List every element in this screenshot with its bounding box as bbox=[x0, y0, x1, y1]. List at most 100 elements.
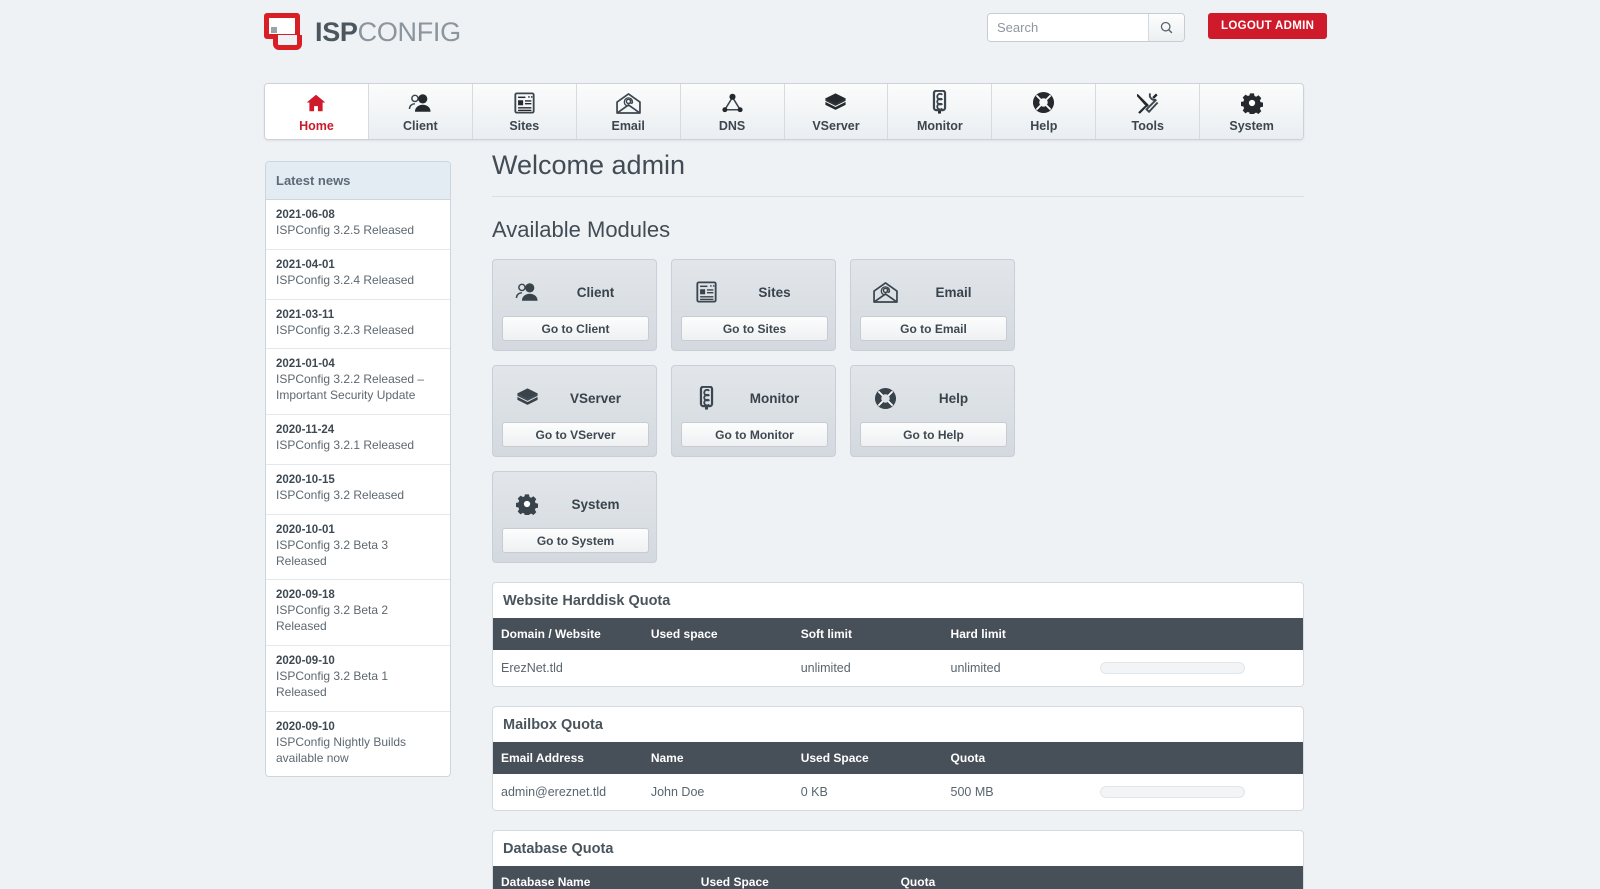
news-item[interactable]: 2020-10-15 ISPConfig 3.2 Released bbox=[266, 465, 450, 515]
module-goto-button[interactable]: Go to VServer bbox=[502, 422, 649, 447]
column-header[interactable]: Quota bbox=[942, 742, 1093, 774]
news-item[interactable]: 2020-10-01 ISPConfig 3.2 Beta 3 Released bbox=[266, 515, 450, 581]
logout-button[interactable]: LOGOUT ADMIN bbox=[1208, 13, 1328, 39]
module-goto-button[interactable]: Go to Client bbox=[502, 316, 649, 341]
news-item[interactable]: 2020-09-10 ISPConfig Nightly Builds avail… bbox=[266, 712, 450, 777]
module-card-header: Monitor bbox=[681, 375, 826, 421]
nav-item-email[interactable]: Email bbox=[576, 84, 681, 139]
news-title: ISPConfig Nightly Builds available now bbox=[276, 734, 407, 765]
column-header[interactable]: Name bbox=[642, 742, 793, 774]
monitor-logo-icon bbox=[264, 13, 306, 51]
table-cell: ErezNet.tld bbox=[493, 650, 643, 686]
module-goto-button[interactable]: Go to Help bbox=[860, 422, 1007, 447]
module-card-header: Client bbox=[502, 269, 647, 315]
table-cell: John Doe bbox=[642, 774, 793, 810]
module-goto-button[interactable]: Go to System bbox=[502, 528, 649, 553]
nav-item-label: System bbox=[1229, 119, 1274, 133]
ispconfig-logo[interactable]: ISPCONFIG bbox=[264, 13, 461, 51]
news-title: ISPConfig 3.2.4 Released bbox=[276, 272, 415, 287]
module-card-client[interactable]: Client Go to Client bbox=[492, 259, 657, 351]
news-date: 2021-04-01 bbox=[276, 258, 335, 271]
quota-panels: Website Harddisk Quota Domain / Website Us… bbox=[492, 582, 1304, 889]
nav-item-help[interactable]: Help bbox=[992, 84, 1097, 139]
module-card-system[interactable]: System Go to System bbox=[492, 471, 657, 563]
envelope-at-icon bbox=[615, 90, 641, 114]
nav-item-label: Client bbox=[402, 119, 438, 133]
column-header[interactable]: Email Address bbox=[493, 742, 643, 774]
tools-icon bbox=[1136, 90, 1159, 114]
module-goto-button[interactable]: Go to Email bbox=[860, 316, 1007, 341]
gear-icon bbox=[502, 493, 552, 515]
news-item[interactable]: 2020-09-18 ISPConfig 3.2 Beta 2 Released bbox=[266, 580, 450, 647]
search-box bbox=[987, 13, 1185, 42]
news-item[interactable]: 2021-01-04 ISPConfig 3.2.2 Released – Imp… bbox=[266, 349, 450, 416]
news-item[interactable]: 2021-03-11 ISPConfig 3.2.3 Released bbox=[266, 300, 450, 350]
column-header[interactable] bbox=[1092, 742, 1303, 774]
news-title: ISPConfig 3.2.3 Released bbox=[276, 322, 415, 337]
traffic-light-icon bbox=[681, 386, 731, 410]
column-header[interactable]: Domain / Website bbox=[493, 618, 643, 650]
news-date: 2021-06-08 bbox=[276, 209, 335, 221]
top-header-bar: ISPCONFIG LOGOUT ADMIN bbox=[0, 0, 1600, 72]
news-item[interactable]: 2021-04-01 ISPConfig 3.2.4 Released bbox=[266, 250, 450, 300]
quota-progress-bar bbox=[1100, 662, 1246, 674]
news-date: 2020-11-24 bbox=[276, 424, 335, 437]
search-input[interactable] bbox=[988, 14, 1148, 41]
quota-progress-bar bbox=[1100, 786, 1246, 798]
news-date: 2020-09-18 bbox=[276, 589, 335, 602]
module-card-header: Sites bbox=[681, 269, 826, 315]
news-title: ISPConfig 3.2 Beta 1 Released bbox=[276, 669, 389, 699]
document-icon bbox=[681, 281, 731, 303]
panel-database-quota: Database Quota Database Name Used Space Quo… bbox=[492, 830, 1304, 889]
module-card-help[interactable]: Help Go to Help bbox=[850, 365, 1015, 457]
column-header[interactable]: Used Space bbox=[692, 866, 893, 889]
news-title: ISPConfig 3.2 Beta 3 Released bbox=[276, 537, 389, 568]
module-goto-button[interactable]: Go to Sites bbox=[681, 316, 828, 341]
module-card-monitor[interactable]: Monitor Go to Monitor bbox=[671, 365, 836, 457]
nav-item-label: Email bbox=[611, 119, 645, 133]
module-card-vserver[interactable]: VServer Go to VServer bbox=[492, 365, 657, 457]
column-header[interactable] bbox=[1092, 866, 1303, 889]
news-item[interactable]: 2020-09-10 ISPConfig 3.2 Beta 1 Released bbox=[266, 646, 450, 712]
module-card-title: Help bbox=[938, 390, 969, 406]
module-card-email[interactable]: Email Go to Email bbox=[850, 259, 1015, 351]
nav-item-monitor[interactable]: Monitor bbox=[888, 84, 993, 139]
table-header-row: Email Address Name Used Space Quota bbox=[493, 742, 1303, 774]
news-item[interactable]: 2020-11-24 ISPConfig 3.2.1 Released bbox=[266, 415, 450, 465]
nav-item-tools[interactable]: Tools bbox=[1096, 84, 1201, 139]
module-card-title: VServer bbox=[569, 390, 622, 406]
table-cell: 500 MB bbox=[942, 774, 1093, 810]
column-header[interactable]: Hard limit bbox=[942, 618, 1093, 650]
news-date: 2020-09-10 bbox=[276, 655, 335, 668]
column-header[interactable]: Soft limit bbox=[792, 618, 943, 650]
quota-table: Email Address Name Used Space Quota admin@er… bbox=[493, 742, 1303, 810]
news-list: 2021-06-08 ISPConfig 3.2.5 Released 2021-0… bbox=[266, 200, 450, 776]
module-card-sites[interactable]: Sites Go to Sites bbox=[671, 259, 836, 351]
column-header[interactable]: Used Space bbox=[792, 742, 943, 774]
quota-bar-cell bbox=[1092, 774, 1303, 810]
nav-item-label: Help bbox=[1030, 119, 1058, 133]
nav-item-sites[interactable]: Sites bbox=[472, 84, 577, 139]
column-header[interactable]: Used space bbox=[642, 618, 793, 650]
module-card-header: System bbox=[502, 481, 647, 527]
nav-item-client[interactable]: Client bbox=[368, 84, 473, 139]
search-button[interactable] bbox=[1148, 14, 1184, 41]
panel-title: Database Quota bbox=[503, 841, 614, 857]
column-header[interactable]: Database Name bbox=[493, 866, 693, 889]
lifebuoy-icon bbox=[860, 387, 910, 410]
column-header[interactable]: Quota bbox=[892, 866, 1093, 889]
module-goto-button[interactable]: Go to Monitor bbox=[681, 422, 828, 447]
nav-item-label: VServer bbox=[812, 119, 860, 133]
table-header-row: Database Name Used Space Quota bbox=[493, 866, 1303, 889]
news-item[interactable]: 2021-06-08 ISPConfig 3.2.5 Released bbox=[266, 200, 450, 250]
nav-item-vserver[interactable]: VServer bbox=[784, 84, 889, 139]
news-title: ISPConfig 3.2.2 Released – Important Sec… bbox=[276, 372, 425, 403]
table-cell: admin@ereznet.tld bbox=[493, 774, 643, 810]
nav-item-system[interactable]: System bbox=[1200, 84, 1303, 139]
page-title: Welcome admin bbox=[492, 150, 1304, 197]
column-header[interactable] bbox=[1092, 618, 1303, 650]
table-cell: unlimited bbox=[942, 650, 1093, 686]
nav-item-home[interactable]: Home bbox=[265, 84, 369, 139]
nav-item-dns[interactable]: DNS bbox=[680, 84, 785, 139]
layers-icon bbox=[824, 90, 847, 114]
